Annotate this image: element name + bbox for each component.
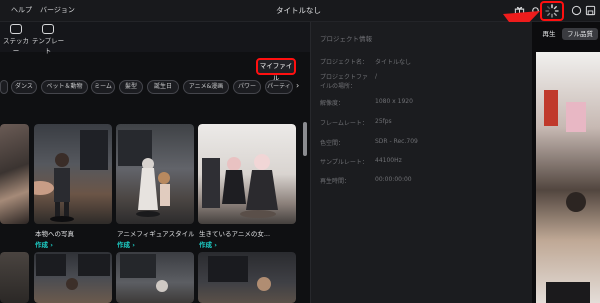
info-value: / bbox=[375, 73, 378, 80]
info-label: 解像度： bbox=[320, 100, 345, 107]
chip-pets[interactable]: ペット＆動物 bbox=[41, 80, 88, 94]
info-value: タイトルなし bbox=[375, 59, 412, 66]
chip-power[interactable]: パワー bbox=[233, 80, 261, 94]
save-icon[interactable] bbox=[585, 5, 596, 16]
clock-icon[interactable] bbox=[571, 5, 582, 16]
create-link[interactable]: 作成 › bbox=[35, 239, 53, 248]
create-link[interactable]: 作成 › bbox=[199, 239, 217, 248]
template-tab[interactable]: テンプレート bbox=[30, 24, 66, 55]
preview-panel: 再生 フル品質 bbox=[532, 22, 600, 303]
window-title: タイトルなし bbox=[276, 6, 321, 15]
tab-full-quality[interactable]: フル品質 bbox=[562, 28, 598, 40]
template-thumbnail bbox=[198, 124, 296, 224]
chip-birthday[interactable]: 誕生日 bbox=[147, 80, 179, 94]
sticker-label: ステッカー bbox=[3, 37, 29, 55]
template-card[interactable] bbox=[34, 252, 112, 303]
info-label: 再生時間： bbox=[320, 178, 351, 185]
chip-partial[interactable] bbox=[0, 80, 8, 94]
info-value: 44100Hz bbox=[375, 157, 402, 164]
chip-dance[interactable]: ダンス bbox=[11, 80, 37, 94]
chip-meme[interactable]: ミーム bbox=[91, 80, 115, 94]
info-label: プロジェクト名： bbox=[320, 59, 369, 66]
card-title: 本物への写真 bbox=[35, 230, 74, 238]
template-card[interactable]: 生きているアニメの女... 作成 › bbox=[198, 124, 296, 248]
template-card[interactable]: 本物への写真 作成 › bbox=[34, 124, 112, 248]
info-value: SDR - Rec.709 bbox=[375, 138, 418, 145]
video-preview[interactable] bbox=[536, 52, 600, 303]
loading-spinner-icon[interactable] bbox=[545, 4, 559, 18]
chip-party[interactable]: パーティ bbox=[265, 80, 293, 94]
template-scrollbar[interactable] bbox=[303, 122, 307, 156]
template-card[interactable] bbox=[0, 124, 29, 248]
template-card[interactable] bbox=[0, 252, 29, 303]
template-thumbnail bbox=[34, 124, 112, 224]
template-thumbnail bbox=[0, 124, 29, 224]
info-value: 1080 x 1920 bbox=[375, 98, 413, 105]
template-thumbnail bbox=[116, 252, 194, 303]
menu-version[interactable]: バージョン bbox=[40, 5, 75, 15]
template-thumbnail bbox=[198, 252, 296, 303]
my-file-button[interactable]: マイファイル bbox=[256, 58, 296, 82]
template-thumbnail bbox=[34, 252, 112, 303]
menu-help[interactable]: ヘルプ bbox=[11, 5, 32, 15]
chevron-right-icon[interactable]: › bbox=[296, 81, 299, 90]
info-label: 色空間： bbox=[320, 140, 345, 147]
tab-playback[interactable]: 再生 bbox=[540, 28, 558, 40]
template-label: テンプレート bbox=[31, 37, 65, 55]
create-link[interactable]: 作成 › bbox=[117, 239, 135, 248]
info-value: 00:00:00:00 bbox=[375, 176, 412, 183]
info-label: プロジェクトファイルの場所： bbox=[320, 74, 369, 90]
template-card[interactable] bbox=[198, 252, 296, 303]
template-icon bbox=[42, 24, 54, 34]
card-title: 生きているアニメの女... bbox=[199, 230, 271, 238]
project-info-panel: プロジェクト情報 プロジェクト名： タイトルなし プロジェクトファイルの場所： … bbox=[310, 22, 532, 303]
sticker-icon bbox=[10, 24, 22, 34]
template-card[interactable]: アニメフィギュアスタイル 作成 › bbox=[116, 124, 194, 248]
template-thumbnail bbox=[0, 252, 29, 303]
chip-anime[interactable]: アニメ&漫画 bbox=[183, 80, 229, 94]
chip-hairstyle[interactable]: 髪型 bbox=[119, 80, 143, 94]
category-chips: ダンス ペット＆動物 ミーム 髪型 誕生日 アニメ&漫画 パワー パーティ › bbox=[0, 80, 310, 96]
panel-header: プロジェクト情報 bbox=[320, 35, 372, 43]
info-value: 25fps bbox=[375, 118, 392, 125]
sticker-tab[interactable]: ステッカー bbox=[2, 24, 30, 55]
template-thumbnail bbox=[116, 124, 194, 224]
info-label: フレームレート： bbox=[320, 120, 368, 127]
template-card[interactable] bbox=[116, 252, 194, 303]
info-label: サンプルレート： bbox=[320, 159, 368, 166]
card-title: アニメフィギュアスタイル bbox=[117, 230, 194, 238]
